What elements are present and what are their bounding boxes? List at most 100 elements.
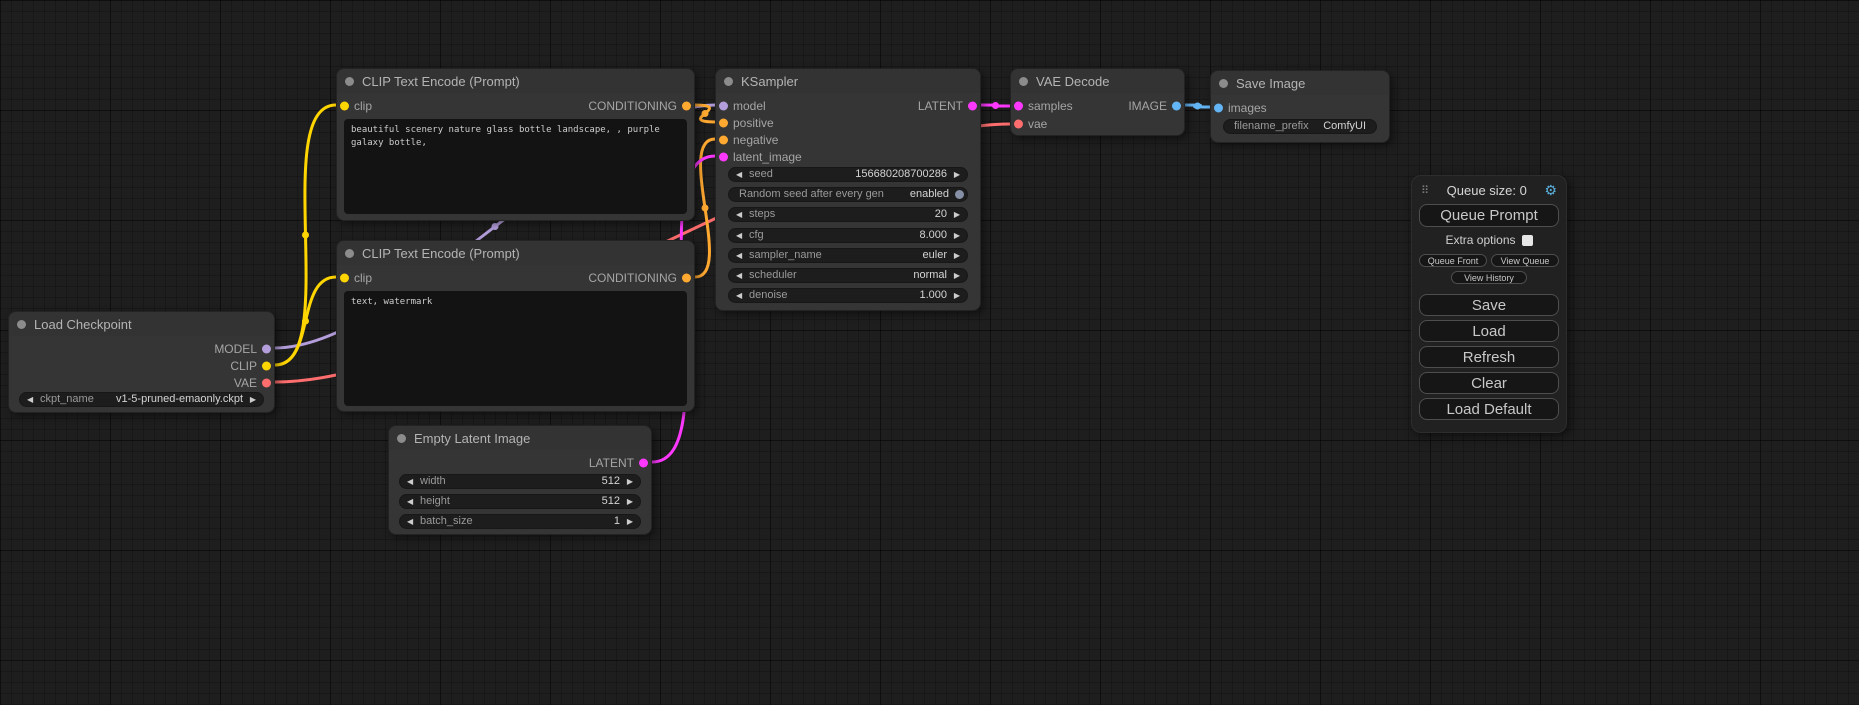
output-slot-latent-dot[interactable] [968,101,977,110]
output-slot-conditioning-dot[interactable] [682,273,691,282]
widget-height[interactable]: ◀ height 512 ▶ [399,494,641,509]
collapse-dot[interactable] [345,249,354,258]
node-title: KSampler [741,74,798,89]
load-button[interactable]: Load [1419,320,1559,342]
decrement-arrow-icon[interactable]: ◀ [736,249,742,262]
node-empty-latent-image[interactable]: Empty Latent Image LATENT ◀ width 512 ▶ … [388,425,652,535]
decrement-arrow-icon[interactable]: ◀ [736,168,742,181]
node-graph-canvas[interactable]: Load Checkpoint MODEL CLIP VAE ◀ ckpt_na… [0,0,1859,705]
widget-label: width [420,475,446,488]
increment-arrow-icon[interactable]: ▶ [954,168,960,181]
clear-button[interactable]: Clear [1419,372,1559,394]
node-title-bar[interactable]: CLIP Text Encode (Prompt) [337,241,694,265]
decrement-arrow-icon[interactable]: ◀ [407,495,413,508]
widget-ckpt-name[interactable]: ◀ ckpt_name v1-5-pruned-emaonly.ckpt ▶ [19,392,264,407]
collapse-dot[interactable] [724,77,733,86]
output-slot-conditioning-dot[interactable] [682,101,691,110]
decrement-arrow-icon[interactable]: ◀ [736,269,742,282]
input-slot-negative-dot[interactable] [719,135,728,144]
widget-sampler-name[interactable]: ◀ sampler_name euler ▶ [728,248,968,263]
node-title-bar[interactable]: Load Checkpoint [9,312,274,336]
widget-denoise[interactable]: ◀ denoise 1.000 ▶ [728,288,968,303]
widget-label: batch_size [420,515,473,528]
input-slot-clip-dot[interactable] [340,101,349,110]
widget-steps[interactable]: ◀ steps 20 ▶ [728,207,968,222]
input-label-images: images [1228,101,1267,115]
node-ksampler[interactable]: KSampler model LATENT positive negative … [715,68,981,311]
node-title: Load Checkpoint [34,317,132,332]
increment-arrow-icon[interactable]: ▶ [954,249,960,262]
node-clip-text-encode-positive[interactable]: CLIP Text Encode (Prompt) clip CONDITION… [336,68,695,221]
collapse-dot[interactable] [397,434,406,443]
queue-front-button[interactable]: Queue Front [1419,254,1487,267]
decrement-arrow-icon[interactable]: ◀ [27,393,33,406]
refresh-button[interactable]: Refresh [1419,346,1559,368]
widget-label: steps [749,208,775,221]
queue-menu-panel[interactable]: ⠿ Queue size: 0 ⚙ Queue Prompt Extra opt… [1411,175,1567,433]
queue-size-label: Queue size: 0 [1447,183,1527,198]
input-slot-vae-dot[interactable] [1014,120,1023,129]
extra-options-label: Extra options [1445,233,1515,247]
input-slot-clip-dot[interactable] [340,273,349,282]
input-slot-images-dot[interactable] [1214,103,1223,112]
drag-handle-icon[interactable]: ⠿ [1421,184,1429,197]
widget-random-seed-toggle[interactable]: Random seed after every gen enabled [728,187,968,202]
node-title-bar[interactable]: VAE Decode [1011,69,1184,93]
view-history-button[interactable]: View History [1451,271,1527,284]
output-slot-latent-dot[interactable] [639,458,648,467]
input-slot-latent-image-dot[interactable] [719,152,728,161]
node-vae-decode[interactable]: VAE Decode samples IMAGE vae [1010,68,1185,136]
toggle-indicator-dot[interactable] [955,190,964,199]
output-slot-image-dot[interactable] [1172,102,1181,111]
collapse-dot[interactable] [1019,77,1028,86]
increment-arrow-icon[interactable]: ▶ [954,269,960,282]
output-slot-model-dot[interactable] [262,344,271,353]
output-slot-vae-dot[interactable] [262,378,271,387]
increment-arrow-icon[interactable]: ▶ [627,495,633,508]
extra-options-checkbox[interactable] [1522,235,1533,246]
save-button[interactable]: Save [1419,294,1559,316]
widget-batch-size[interactable]: ◀ batch_size 1 ▶ [399,514,641,529]
load-default-button[interactable]: Load Default [1419,398,1559,420]
decrement-arrow-icon[interactable]: ◀ [736,229,742,242]
decrement-arrow-icon[interactable]: ◀ [736,208,742,221]
increment-arrow-icon[interactable]: ▶ [627,515,633,528]
decrement-arrow-icon[interactable]: ◀ [736,289,742,302]
node-load-checkpoint[interactable]: Load Checkpoint MODEL CLIP VAE ◀ ckpt_na… [8,311,275,413]
queue-buttons-row: Queue Front View Queue [1419,254,1559,267]
increment-arrow-icon[interactable]: ▶ [954,229,960,242]
increment-arrow-icon[interactable]: ▶ [627,475,633,488]
prompt-textarea[interactable]: beautiful scenery nature glass bottle la… [344,119,687,214]
input-slot-model-dot[interactable] [719,101,728,110]
collapse-dot[interactable] [17,320,26,329]
prompt-textarea[interactable]: text, watermark [344,291,687,406]
increment-arrow-icon[interactable]: ▶ [954,208,960,221]
node-title-bar[interactable]: KSampler [716,69,980,93]
widget-filename-prefix[interactable]: filename_prefix ComfyUI [1223,119,1377,134]
input-slot-samples-dot[interactable] [1014,102,1023,111]
node-title-bar[interactable]: Save Image [1211,71,1389,95]
collapse-dot[interactable] [1219,79,1228,88]
queue-prompt-button[interactable]: Queue Prompt [1419,204,1559,227]
widget-label: scheduler [749,269,797,282]
node-title-bar[interactable]: CLIP Text Encode (Prompt) [337,69,694,93]
increment-arrow-icon[interactable]: ▶ [954,289,960,302]
increment-arrow-icon[interactable]: ▶ [250,393,256,406]
output-label-model: MODEL [214,342,257,356]
view-queue-button[interactable]: View Queue [1491,254,1559,267]
decrement-arrow-icon[interactable]: ◀ [407,475,413,488]
settings-gear-icon[interactable]: ⚙ [1544,182,1557,199]
decrement-arrow-icon[interactable]: ◀ [407,515,413,528]
widget-value: ComfyUI [1323,120,1366,133]
widget-seed[interactable]: ◀ seed 156680208700286 ▶ [728,167,968,182]
node-save-image[interactable]: Save Image images filename_prefix ComfyU… [1210,70,1390,143]
node-clip-text-encode-negative[interactable]: CLIP Text Encode (Prompt) clip CONDITION… [336,240,695,412]
node-title-bar[interactable]: Empty Latent Image [389,426,651,450]
output-row: LATENT [389,454,651,471]
widget-cfg[interactable]: ◀ cfg 8.000 ▶ [728,228,968,243]
input-slot-positive-dot[interactable] [719,118,728,127]
widget-scheduler[interactable]: ◀ scheduler normal ▶ [728,268,968,283]
widget-width[interactable]: ◀ width 512 ▶ [399,474,641,489]
collapse-dot[interactable] [345,77,354,86]
output-slot-clip-dot[interactable] [262,361,271,370]
